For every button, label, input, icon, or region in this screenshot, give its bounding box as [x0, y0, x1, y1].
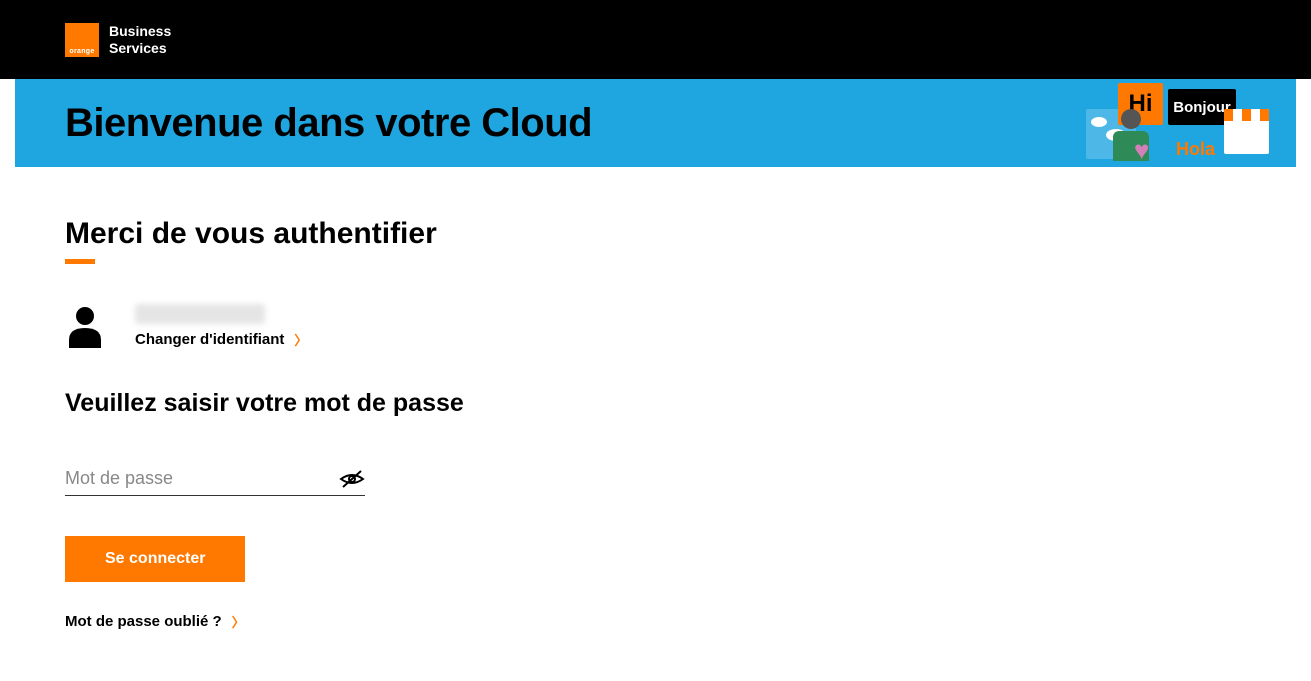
brand-line1: Business [109, 23, 171, 39]
username-display [135, 304, 265, 324]
chevron-right-icon: 〉 [232, 612, 245, 631]
heart-icon: ♥ [1134, 135, 1158, 157]
heading-underline [65, 259, 95, 264]
brand-name: Business Services [109, 23, 171, 55]
brand-line2: Services [109, 40, 171, 56]
hola-text: Hola [1176, 139, 1215, 160]
auth-content: Merci de vous authentifier Changer d'ide… [0, 167, 700, 681]
banner-illustration: Hi Bonjour ♥ Hola [1086, 79, 1266, 167]
bonjour-text: Bonjour [1173, 99, 1231, 116]
user-identity-row: Changer d'identifiant 〉 [65, 304, 635, 349]
forgot-password-link[interactable]: Mot de passe oublié ? 〉 [65, 612, 635, 631]
user-info: Changer d'identifiant 〉 [135, 304, 307, 349]
login-button[interactable]: Se connecter [65, 536, 245, 582]
chevron-right-icon: 〉 [294, 330, 307, 349]
orange-logo-text: orange [69, 48, 94, 55]
change-id-label: Changer d'identifiant [135, 331, 284, 348]
toggle-password-visibility-icon[interactable] [339, 469, 365, 489]
forgot-password-label: Mot de passe oublié ? [65, 613, 222, 630]
store-card-icon [1224, 109, 1269, 154]
brand-logo: orange Business Services [65, 23, 171, 57]
change-id-link[interactable]: Changer d'identifiant 〉 [135, 330, 307, 349]
orange-logo-square: orange [65, 23, 99, 57]
top-header: orange Business Services [0, 0, 1311, 79]
banner-title: Bienvenue dans votre Cloud [65, 101, 592, 146]
password-heading: Veuillez saisir votre mot de passe [65, 389, 635, 418]
welcome-banner: Bienvenue dans votre Cloud Hi Bonjour ♥ … [15, 79, 1296, 167]
password-field-wrapper [65, 468, 365, 496]
auth-heading: Merci de vous authentifier [65, 217, 635, 251]
password-input[interactable] [65, 468, 339, 489]
user-icon [65, 306, 105, 348]
